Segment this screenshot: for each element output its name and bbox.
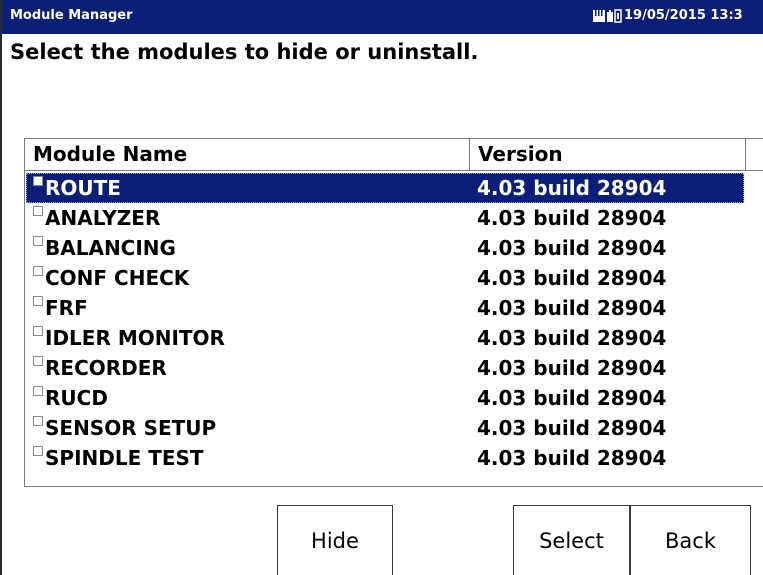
table-row[interactable]: IDLER MONITOR 4.03 build 28904 (26, 323, 744, 353)
column-header-empty (746, 139, 763, 170)
table-row[interactable]: RECORDER 4.03 build 28904 (26, 353, 744, 383)
status-area: 19/05/2015 13:3 (592, 8, 743, 24)
module-list[interactable]: Module Name Version ROUTE 4.03 build 289… (24, 138, 763, 487)
list-header: Module Name Version (25, 139, 763, 171)
module-name: CONF CHECK (45, 266, 190, 290)
module-version: 4.03 build 28904 (477, 386, 667, 410)
row-checkbox[interactable] (33, 236, 43, 246)
module-name: RECORDER (45, 356, 167, 380)
row-checkbox[interactable] (33, 296, 43, 306)
table-row[interactable]: BALANCING 4.03 build 28904 (26, 233, 744, 263)
module-manager-window: Module Manager 19/05/2015 13:3 Select th… (0, 0, 763, 575)
select-button[interactable]: Select (513, 505, 630, 575)
column-header-module-name[interactable]: Module Name (25, 139, 470, 170)
table-row[interactable]: RUCD 4.03 build 28904 (26, 383, 744, 413)
module-version: 4.03 build 28904 (477, 236, 667, 260)
module-version: 4.03 build 28904 (477, 206, 667, 230)
back-button[interactable]: Back (630, 505, 751, 575)
module-version: 4.03 build 28904 (477, 266, 667, 290)
table-row[interactable]: SENSOR SETUP 4.03 build 28904 (26, 413, 744, 443)
module-version: 4.03 build 28904 (477, 416, 667, 440)
module-version: 4.03 build 28904 (477, 326, 667, 350)
row-checkbox[interactable] (33, 176, 43, 186)
module-version: 4.03 build 28904 (477, 176, 667, 200)
row-checkbox[interactable] (33, 416, 43, 426)
title-bar: Module Manager 19/05/2015 13:3 (2, 0, 763, 34)
window-title: Module Manager (10, 8, 133, 23)
module-name: SENSOR SETUP (45, 416, 217, 440)
datetime-display: 19/05/2015 13:3 (624, 8, 743, 23)
sd-card-icon (593, 10, 605, 22)
module-name: FRF (45, 296, 88, 320)
table-row[interactable]: ROUTE 4.03 build 28904 (26, 173, 744, 203)
table-row[interactable]: SPINDLE TEST 4.03 build 28904 (26, 443, 744, 473)
module-version: 4.03 build 28904 (477, 296, 667, 320)
hide-button[interactable]: Hide (277, 505, 393, 575)
module-version: 4.03 build 28904 (477, 356, 667, 380)
instruction-text: Select the modules to hide or uninstall. (10, 40, 479, 64)
row-checkbox[interactable] (33, 326, 43, 336)
table-row[interactable]: FRF 4.03 build 28904 (26, 293, 744, 323)
row-checkbox[interactable] (33, 266, 43, 276)
row-checkbox[interactable] (33, 386, 43, 396)
table-row[interactable]: CONF CHECK 4.03 build 28904 (26, 263, 744, 293)
row-checkbox[interactable] (33, 206, 43, 216)
module-name: IDLER MONITOR (45, 326, 225, 350)
module-name: ANALYZER (45, 206, 161, 230)
battery-plug-icon (607, 9, 622, 23)
row-checkbox[interactable] (33, 446, 43, 456)
row-checkbox[interactable] (33, 356, 43, 366)
module-version: 4.03 build 28904 (477, 446, 667, 470)
table-row[interactable]: ANALYZER 4.03 build 28904 (26, 203, 744, 233)
module-name: SPINDLE TEST (45, 446, 204, 470)
module-name: RUCD (45, 386, 108, 410)
column-header-version[interactable]: Version (470, 139, 746, 170)
module-name: BALANCING (45, 236, 176, 260)
module-name: ROUTE (45, 176, 121, 200)
